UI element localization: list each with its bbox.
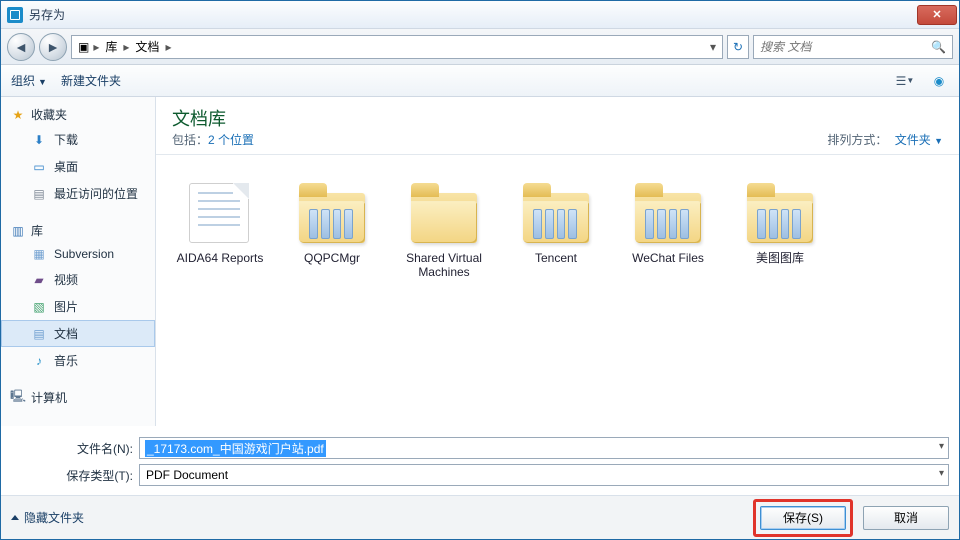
filename-history-dropdown[interactable]: ▾	[939, 441, 944, 452]
close-button[interactable]	[917, 5, 957, 25]
desktop-icon: ▭	[32, 160, 46, 174]
save-as-dialog: 另存为 ◄ ► ▣ ▸ 库 ▸ 文档 ▸ ▾ ↻ 🔍 组织▼ 新建文件夹 ☰▼ …	[0, 0, 960, 540]
file-item-wechat[interactable]: WeChat Files	[614, 169, 722, 285]
refresh-button[interactable]: ↻	[727, 35, 749, 59]
filetype-dropdown-icon[interactable]: ▾	[939, 468, 944, 479]
arrange-by: 排列方式： 文件夹 ▼	[827, 131, 943, 148]
sidebar-item-downloads[interactable]: ⬇下载	[1, 126, 155, 153]
locations-link[interactable]: 2 个位置	[208, 133, 254, 147]
music-icon: ♪	[32, 354, 46, 368]
sidebar-group-libraries[interactable]: ▥库	[1, 219, 155, 242]
view-options-button[interactable]: ☰▼	[895, 71, 915, 91]
file-list[interactable]: AIDA64 Reports QQPCMgr Shared Virtual Ma…	[156, 155, 959, 426]
sidebar-group-favorites[interactable]: ★收藏夹	[1, 103, 155, 126]
search-icon: 🔍	[931, 40, 946, 54]
folder-icon	[635, 193, 701, 243]
file-icon: ▦	[32, 247, 46, 261]
caret-up-icon	[11, 515, 19, 520]
save-button[interactable]: 保存(S)	[760, 506, 846, 530]
file-item-tencent[interactable]: Tencent	[502, 169, 610, 285]
folder-icon	[299, 193, 365, 243]
library-title: 文档库	[172, 105, 254, 131]
new-folder-button[interactable]: 新建文件夹	[61, 72, 121, 89]
organize-button[interactable]: 组织▼	[11, 72, 47, 89]
folder-icon	[411, 193, 477, 243]
folder-icon	[747, 193, 813, 243]
app-icon	[7, 7, 23, 23]
arrange-by-dropdown[interactable]: 文件夹 ▼	[895, 133, 943, 147]
picture-icon: ▧	[32, 300, 46, 314]
footer: 隐藏文件夹 保存(S) 取消	[1, 495, 959, 539]
sidebar-item-desktop[interactable]: ▭桌面	[1, 153, 155, 180]
document-icon	[189, 183, 249, 243]
sidebar-item-documents[interactable]: ▤文档	[1, 320, 155, 347]
chevron-right-icon: ▸	[123, 40, 129, 54]
library-icon: ▥	[11, 224, 25, 238]
hide-folders-button[interactable]: 隐藏文件夹	[11, 509, 84, 526]
sidebar: ★收藏夹 ⬇下载 ▭桌面 ▤最近访问的位置 ▥库 ▦Subversion ▰视频…	[1, 97, 156, 426]
filetype-select[interactable]	[139, 464, 949, 486]
star-icon: ★	[11, 108, 25, 122]
recent-icon: ▤	[32, 187, 46, 201]
forward-button[interactable]: ►	[39, 33, 67, 61]
filename-value: _17173.com_中国游戏门户站.pdf	[145, 440, 326, 457]
computer-icon: 🖳	[11, 391, 25, 405]
chevron-right-icon: ▸	[93, 40, 99, 54]
toolbar: 组织▼ 新建文件夹 ☰▼ ◉	[1, 65, 959, 97]
breadcrumb-bar[interactable]: ▣ ▸ 库 ▸ 文档 ▸ ▾	[71, 35, 723, 59]
sidebar-group-computer[interactable]: 🖳计算机	[1, 386, 155, 409]
library-icon: ▣	[78, 40, 89, 54]
breadcrumb-library[interactable]: 库	[103, 38, 119, 55]
window-title: 另存为	[29, 6, 917, 23]
main-panel: 文档库 包括：2 个位置 排列方式： 文件夹 ▼ AIDA64 Reports …	[156, 97, 959, 426]
breadcrumb-dropdown-icon[interactable]: ▾	[710, 40, 716, 54]
chevron-right-icon: ▸	[165, 40, 171, 54]
form-area: 文件名(N): _17173.com_中国游戏门户站.pdf ▾ 保存类型(T)…	[1, 426, 959, 495]
breadcrumb-documents[interactable]: 文档	[133, 38, 161, 55]
back-button[interactable]: ◄	[7, 33, 35, 61]
file-item-qqpcmgr[interactable]: QQPCMgr	[278, 169, 386, 285]
file-item-aida64[interactable]: AIDA64 Reports	[166, 169, 274, 285]
body: ★收藏夹 ⬇下载 ▭桌面 ▤最近访问的位置 ▥库 ▦Subversion ▰视频…	[1, 97, 959, 426]
sidebar-item-pictures[interactable]: ▧图片	[1, 293, 155, 320]
filename-label: 文件名(N):	[61, 440, 133, 457]
navigation-bar: ◄ ► ▣ ▸ 库 ▸ 文档 ▸ ▾ ↻ 🔍	[1, 29, 959, 65]
video-icon: ▰	[32, 273, 46, 287]
library-subtitle: 包括：2 个位置	[172, 131, 254, 148]
library-header: 文档库 包括：2 个位置 排列方式： 文件夹 ▼	[156, 97, 959, 155]
highlight-box: 保存(S)	[753, 499, 853, 537]
sidebar-item-subversion[interactable]: ▦Subversion	[1, 242, 155, 266]
sidebar-item-music[interactable]: ♪音乐	[1, 347, 155, 374]
download-icon: ⬇	[32, 133, 46, 147]
file-item-meitu[interactable]: 美图图库	[726, 169, 834, 285]
file-item-shared-vm[interactable]: Shared Virtual Machines	[390, 169, 498, 285]
sidebar-item-videos[interactable]: ▰视频	[1, 266, 155, 293]
folder-icon	[523, 193, 589, 243]
document-icon: ▤	[32, 327, 46, 341]
search-box[interactable]: 🔍	[753, 35, 953, 59]
search-input[interactable]	[760, 40, 925, 54]
sidebar-item-recent[interactable]: ▤最近访问的位置	[1, 180, 155, 207]
cancel-button[interactable]: 取消	[863, 506, 949, 530]
title-bar: 另存为	[1, 1, 959, 29]
filetype-label: 保存类型(T):	[61, 467, 133, 484]
help-button[interactable]: ◉	[929, 71, 949, 91]
